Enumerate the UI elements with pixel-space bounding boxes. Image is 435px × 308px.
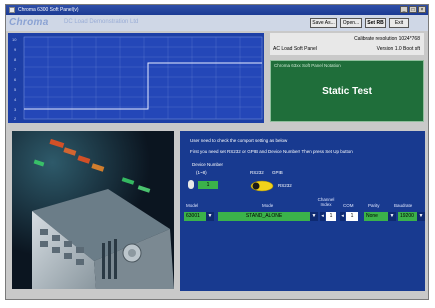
comm-setup-panel: User need to check the comport setting a…	[180, 131, 425, 291]
device-number-label: Device Number	[192, 162, 224, 167]
channel-index-field[interactable]: 1	[326, 212, 336, 221]
svg-text:4: 4	[14, 97, 17, 102]
svg-text:7: 7	[14, 67, 17, 72]
svg-text:9: 9	[14, 47, 17, 52]
instruction-line2: First you need set RS232 or GPIB and Dev…	[190, 149, 353, 154]
open-button[interactable]: Open...	[340, 18, 362, 28]
window-title: Chroma 6300 Soft Panel(v)	[18, 7, 79, 13]
title-bar: Chroma 6300 Soft Panel(v) _ □ ×	[6, 5, 428, 15]
svg-text:8: 8	[14, 57, 17, 62]
info-line2-left: AC Load Soft Panel	[273, 46, 317, 52]
device-number-field[interactable]: 1	[198, 181, 218, 189]
svg-text:3: 3	[14, 107, 17, 112]
baudrate-dropdown-icon[interactable]: ▼	[417, 212, 425, 221]
set-rb-button[interactable]: Set RB	[365, 18, 386, 28]
rs232-option-label: RS232	[278, 183, 292, 188]
exit-button[interactable]: Exit	[389, 18, 409, 28]
com-field[interactable]: 1	[346, 212, 358, 221]
header-subtitle: DC Load Demonstration Ltd	[64, 19, 139, 25]
svg-text:6: 6	[14, 77, 17, 82]
product-photo	[12, 131, 174, 289]
device-spin-icon[interactable]	[188, 180, 194, 189]
minimize-icon[interactable]: _	[400, 6, 408, 13]
gpib-label: GPIB	[272, 170, 283, 175]
col-parity: Parity	[368, 203, 380, 208]
device-range-label: (1~8)	[196, 170, 207, 175]
mode-dropdown-icon[interactable]: ▼	[310, 212, 318, 221]
mode-select[interactable]: STAND_ALONE	[218, 212, 310, 221]
version-text: Version 1.0 Boot sft	[376, 46, 420, 52]
col-mode: Mode	[262, 203, 274, 208]
maximize-icon[interactable]: □	[409, 6, 417, 13]
svg-text:2: 2	[14, 116, 17, 121]
col-model: Model	[186, 203, 199, 208]
waveform-grid: 10 9 8 7 6 5 4 3 2	[12, 36, 263, 121]
col-channel-index: Channel Index	[317, 197, 335, 207]
svg-text:10: 10	[12, 37, 17, 42]
baudrate-select[interactable]: 19200	[398, 212, 419, 221]
parity-dropdown-icon[interactable]: ▼	[388, 212, 396, 221]
save-as-button[interactable]: Save As...	[310, 18, 337, 28]
instruction-line1: User need to check the comport setting a…	[190, 138, 288, 143]
status-panel: Chroma 63xx Soft Panel Notation Static T…	[270, 60, 424, 122]
info-box: Calibrate resolution 1024*768 AC Load So…	[270, 33, 424, 55]
status-header: Chroma 63xx Soft Panel Notation	[274, 63, 341, 68]
rs232-gpib-toggle[interactable]	[250, 180, 274, 192]
app-icon	[9, 7, 15, 13]
model-dropdown-icon[interactable]: ▼	[206, 212, 214, 221]
parity-select[interactable]: None	[364, 212, 388, 221]
brand-logo: Chroma	[9, 17, 49, 28]
waveform-chart[interactable]: 10 9 8 7 6 5 4 3 2	[8, 33, 264, 123]
window-controls: _ □ ×	[400, 6, 426, 13]
col-baudrate: Baudrate	[394, 203, 413, 208]
close-icon[interactable]: ×	[418, 6, 426, 13]
model-select[interactable]: 63001	[184, 212, 206, 221]
svg-text:5: 5	[14, 87, 17, 92]
calibrate-resolution-text: Calibrate resolution 1024*768	[354, 36, 420, 42]
col-com: COM	[343, 203, 354, 208]
header-bar: Chroma DC Load Demonstration Ltd Save As…	[6, 15, 428, 31]
rs232-label: RS232	[250, 170, 264, 175]
com-spin-icon[interactable]: ◂	[340, 212, 345, 221]
mode-display: Static Test	[322, 86, 372, 97]
channel-spin-icon[interactable]: ◂	[320, 212, 325, 221]
